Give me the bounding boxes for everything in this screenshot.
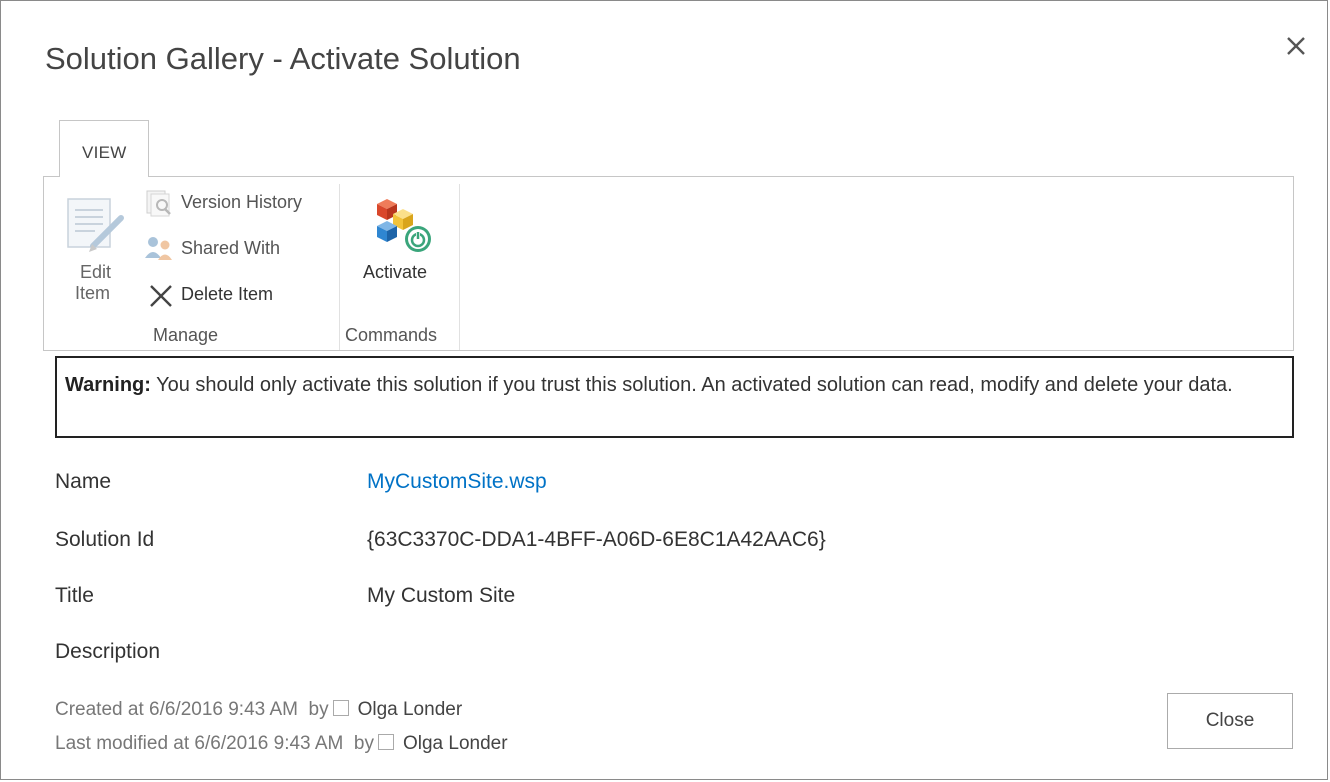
title-label: Title	[55, 584, 94, 607]
delete-x-icon	[150, 285, 172, 307]
tab-view-label: VIEW	[82, 143, 127, 162]
edit-page-icon	[67, 198, 124, 252]
tab-view[interactable]: VIEW	[59, 120, 149, 177]
modified-text: Last modified at 6/6/2016 9:43 AM by	[55, 733, 374, 754]
presence-icon	[332, 700, 349, 716]
solution-id-value: {63C3370C-DDA1-4BFF-A06D-6E8C1A42AAC6}	[367, 528, 826, 551]
activate-solution-icon	[377, 199, 431, 252]
description-label: Description	[55, 640, 161, 663]
warning-prefix: Warning:	[65, 374, 151, 396]
close-button[interactable]: Close	[1167, 693, 1293, 749]
modified-by-link[interactable]: Olga Londer	[403, 733, 508, 754]
delete-item-label: Delete Item	[181, 284, 274, 304]
presence-icon	[377, 734, 394, 750]
activate-solution-dialog: Solution Gallery - Activate Solution VIE…	[0, 0, 1328, 780]
version-history-label: Version History	[181, 192, 303, 212]
edit-item-label-1: Edit	[80, 262, 112, 282]
solution-id-label: Solution Id	[55, 528, 155, 551]
name-label: Name	[55, 470, 112, 493]
created-by-link[interactable]: Olga Londer	[358, 699, 463, 720]
manage-group-label: Manage	[153, 325, 219, 345]
shared-users-icon	[145, 237, 172, 260]
modified-info: Last modified at 6/6/2016 9:43 AM by Olga…	[55, 733, 508, 755]
commands-group-label: Commands	[345, 325, 438, 345]
activate-label: Activate	[363, 262, 428, 282]
dialog-title: Solution Gallery - Activate Solution	[45, 41, 521, 76]
title-value: My Custom Site	[367, 584, 516, 607]
warning-text: You should only activate this solution i…	[150, 374, 1233, 396]
name-link[interactable]: MyCustomSite.wsp	[367, 470, 547, 494]
shared-with-label: Shared With	[181, 238, 281, 258]
created-text: Created at 6/6/2016 9:43 AM by	[55, 699, 329, 720]
warning-box: Warning: You should only activate this s…	[55, 356, 1294, 438]
close-icon[interactable]	[1281, 31, 1311, 61]
created-info: Created at 6/6/2016 9:43 AM by Olga Londe…	[55, 699, 462, 721]
ribbon-separator	[459, 184, 460, 350]
edit-item-label-2: Item	[75, 283, 111, 303]
version-history-icon	[146, 190, 171, 217]
ribbon-separator	[339, 184, 340, 350]
